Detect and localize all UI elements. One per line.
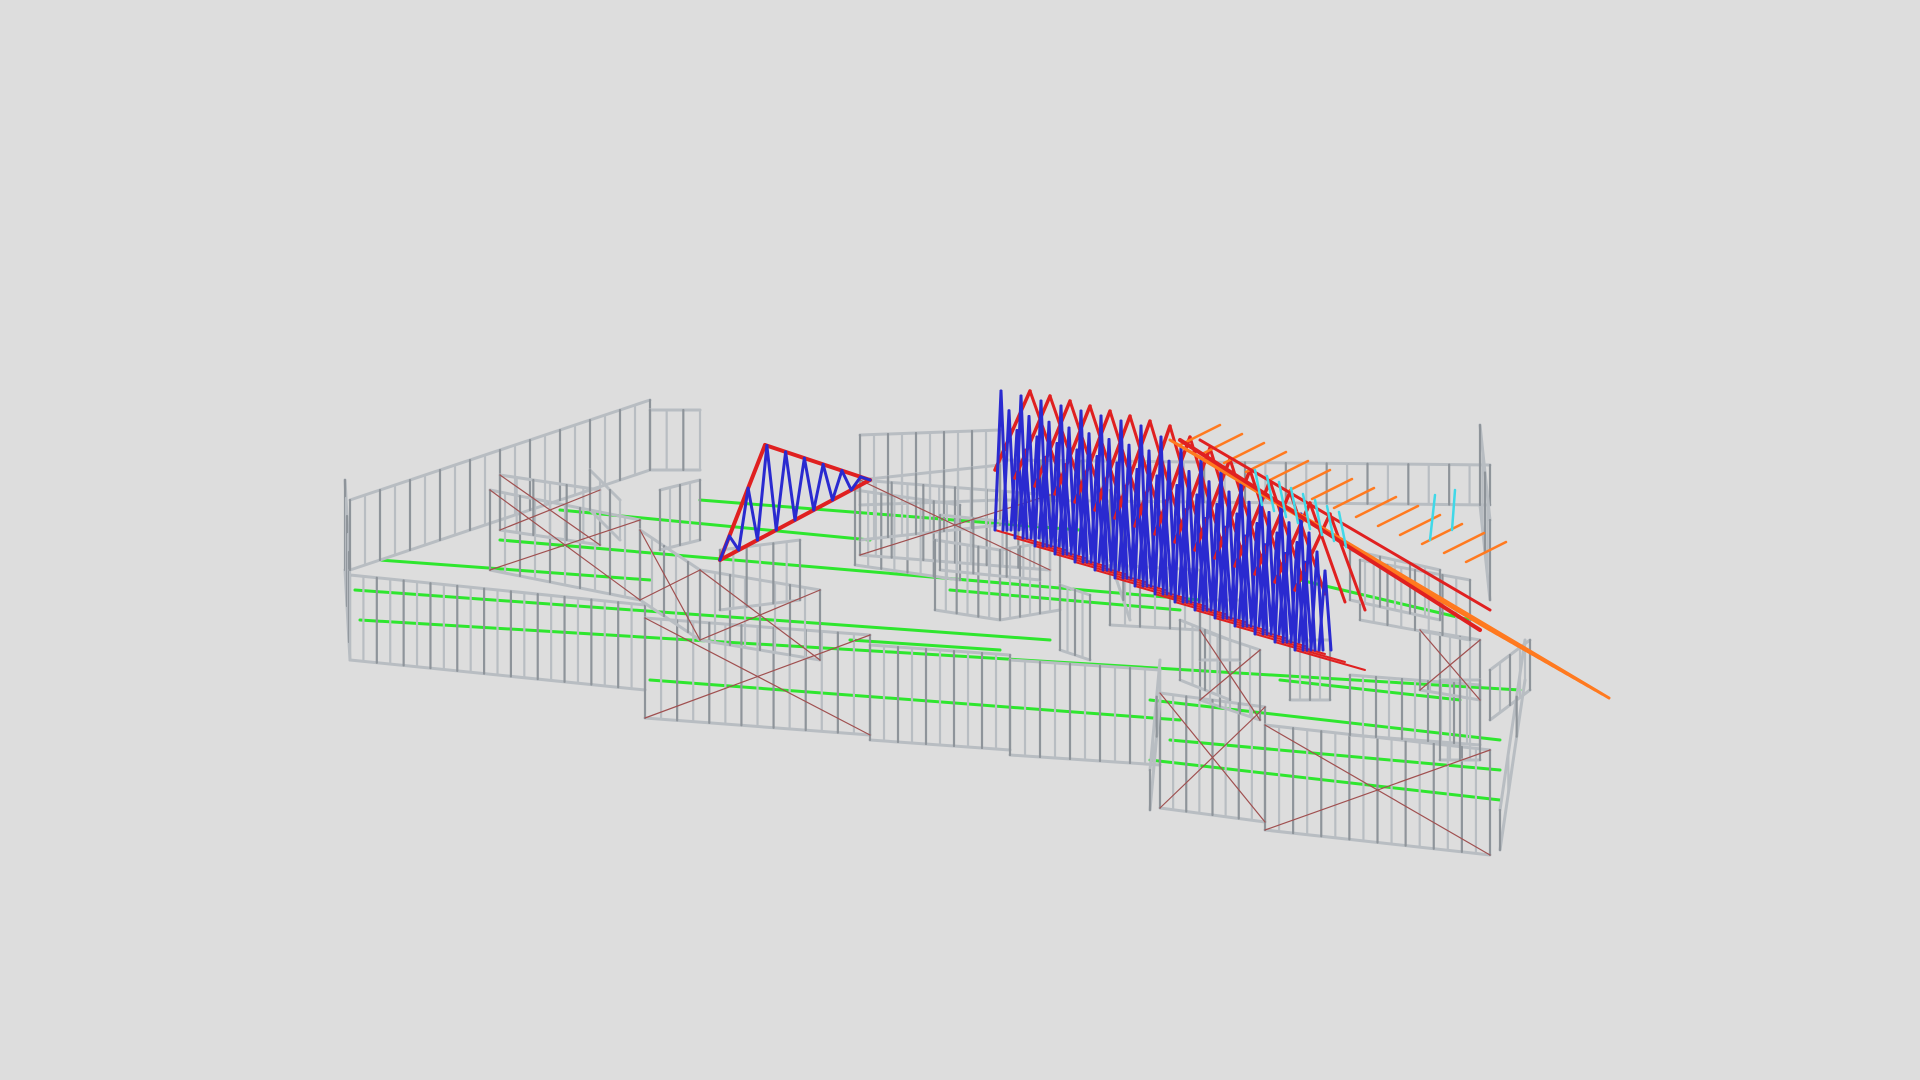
roof-accent-member xyxy=(1289,486,1300,525)
truss-top-chord xyxy=(763,443,872,482)
roof-batten xyxy=(1420,522,1464,546)
floor-beam xyxy=(1148,698,1502,742)
floor-beam xyxy=(1278,678,1462,702)
steel-frame-model[interactable] xyxy=(0,0,1920,1080)
roof-batten xyxy=(1398,513,1442,537)
roof-accent-member xyxy=(1450,488,1457,532)
truss-web xyxy=(746,486,759,542)
wall-frames xyxy=(343,398,1532,857)
roof-batten xyxy=(1288,468,1332,492)
truss-web xyxy=(812,462,825,512)
truss-web xyxy=(784,450,797,522)
truss-web xyxy=(765,444,778,532)
wall-top-plate xyxy=(1498,638,1527,812)
floor-beam xyxy=(948,588,1182,612)
truss-web xyxy=(802,456,816,512)
truss-web xyxy=(1323,569,1333,652)
3d-model-viewport[interactable] xyxy=(0,0,1920,1080)
roof-batten xyxy=(1442,531,1486,555)
roof-batten xyxy=(1222,441,1266,465)
truss-web xyxy=(821,462,834,502)
roof-batten xyxy=(1376,504,1420,528)
roof-batten xyxy=(1354,495,1398,519)
roof-trusses xyxy=(718,389,1367,671)
truss-web xyxy=(774,450,788,532)
wall-bottom-plate xyxy=(1498,678,1527,852)
truss-web xyxy=(793,456,806,522)
